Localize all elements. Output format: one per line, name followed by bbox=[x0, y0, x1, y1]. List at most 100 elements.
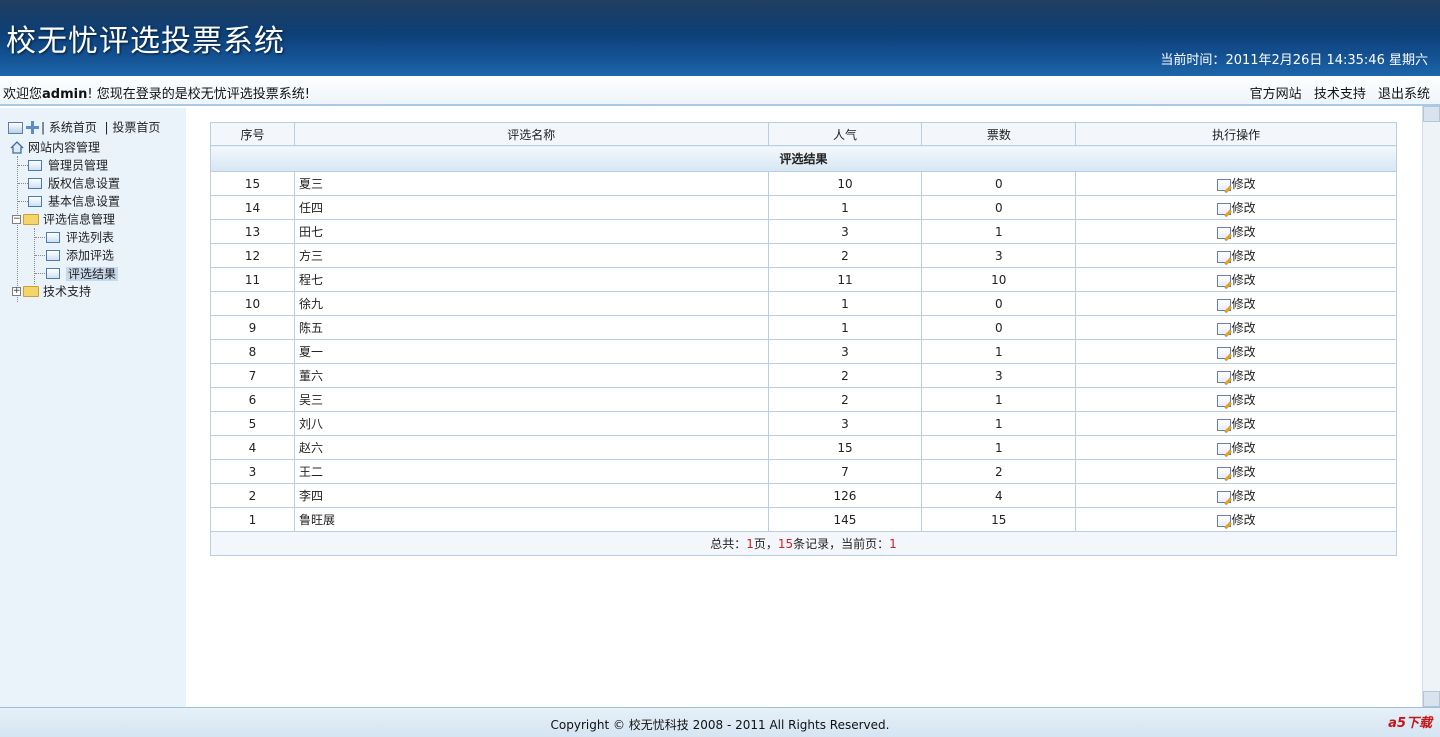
sidebar-item-admin[interactable]: 管理员管理 bbox=[28, 156, 108, 174]
app-title: 校无忧评选投票系统 bbox=[6, 24, 285, 59]
sidebar-item-basic-info[interactable]: 基本信息设置 bbox=[28, 192, 120, 210]
col-header-actions: 执行操作 bbox=[1075, 122, 1397, 146]
sidebar-item-selection-mgmt[interactable]: − 评选信息管理 bbox=[12, 210, 115, 228]
edit-button[interactable]: 修改 bbox=[1216, 417, 1256, 431]
cell-votes: 2 bbox=[921, 459, 1077, 484]
welcome-bar: 欢迎您admin! 您现在登录的是校无忧评选投票系统! 官方网站 技术支持 退出… bbox=[0, 76, 1440, 106]
edit-button[interactable]: 修改 bbox=[1216, 393, 1256, 407]
table-body: 15 夏三 10 0 修改 14 任四 1 0 修改 13 田七 3 1 修改 12 方三 2 3 修改 11 程七 11 1… bbox=[210, 171, 1397, 532]
cell-actions: 修改 bbox=[1075, 387, 1397, 412]
folder-icon bbox=[23, 286, 39, 297]
cell-popularity: 145 bbox=[767, 507, 923, 532]
main-content: 评选结果 序号 评选名称 人气 票数 执行操作 15 夏三 10 0 修改 14 任四 1 0 修… bbox=[210, 122, 1397, 556]
current-time: 当前时间：2011年2月26日 14:35:46 星期六 bbox=[1160, 49, 1428, 68]
cell-popularity: 2 bbox=[767, 243, 923, 268]
edit-icon bbox=[1216, 274, 1231, 287]
home-icon bbox=[10, 141, 24, 154]
cell-votes: 1 bbox=[921, 387, 1077, 412]
cell-id: 5 bbox=[210, 411, 295, 436]
edit-icon bbox=[1216, 466, 1231, 479]
cell-id: 6 bbox=[210, 387, 295, 412]
cell-votes: 0 bbox=[921, 195, 1077, 220]
col-header-id: 序号 bbox=[210, 122, 295, 146]
cell-votes: 3 bbox=[921, 243, 1077, 268]
cell-id: 12 bbox=[210, 243, 295, 268]
edit-button[interactable]: 修改 bbox=[1216, 513, 1256, 527]
edit-button[interactable]: 修改 bbox=[1216, 441, 1256, 455]
time-value: 2011年2月26日 14:35:46 星期六 bbox=[1225, 53, 1428, 68]
link-tech-support[interactable]: 技术支持 bbox=[1314, 87, 1366, 102]
edit-label: 修改 bbox=[1231, 177, 1256, 191]
pagination-summary: 总共：1页，15条记录，当前页：1 bbox=[210, 531, 1397, 556]
cell-name: 王二 bbox=[293, 459, 769, 484]
link-system-home[interactable]: | 系统首页 bbox=[41, 121, 97, 135]
vertical-scrollbar[interactable] bbox=[1422, 106, 1440, 707]
edit-button[interactable]: 修改 bbox=[1216, 297, 1256, 311]
cell-id: 9 bbox=[210, 315, 295, 340]
edit-label: 修改 bbox=[1231, 393, 1256, 407]
sidebar-item-selection-list[interactable]: 评选列表 bbox=[46, 228, 114, 246]
edit-button[interactable]: 修改 bbox=[1216, 321, 1256, 335]
edit-label: 修改 bbox=[1231, 225, 1256, 239]
tree-branch bbox=[35, 237, 45, 238]
edit-label: 修改 bbox=[1231, 441, 1256, 455]
page-icon bbox=[46, 232, 60, 243]
sidebar-item-tech-support[interactable]: + 技术支持 bbox=[12, 282, 91, 300]
cell-actions: 修改 bbox=[1075, 219, 1397, 244]
collapse-icon[interactable]: − bbox=[12, 215, 21, 224]
cell-votes: 15 bbox=[921, 507, 1077, 532]
edit-icon bbox=[1216, 394, 1231, 407]
cell-id: 7 bbox=[210, 363, 295, 388]
table-row: 11 程七 11 10 修改 bbox=[210, 267, 1397, 292]
edit-button[interactable]: 修改 bbox=[1216, 345, 1256, 359]
edit-label: 修改 bbox=[1231, 417, 1256, 431]
tree-root-label: 网站内容管理 bbox=[28, 140, 101, 155]
cell-popularity: 2 bbox=[767, 363, 923, 388]
expand-icon[interactable]: + bbox=[12, 287, 21, 296]
cell-name: 陈五 bbox=[293, 315, 769, 340]
sidebar-item-label: 添加评选 bbox=[66, 248, 115, 263]
table-row: 6 吴三 2 1 修改 bbox=[210, 387, 1397, 412]
link-official-site[interactable]: 官方网站 bbox=[1250, 87, 1302, 102]
pagination-pages-unit: 页， bbox=[753, 537, 778, 551]
edit-icon bbox=[1216, 514, 1231, 527]
cell-name: 夏一 bbox=[293, 339, 769, 364]
sidebar-item-add-selection[interactable]: 添加评选 bbox=[46, 246, 114, 264]
page-icon bbox=[46, 268, 60, 279]
cell-popularity: 7 bbox=[767, 459, 923, 484]
copyright-text: Copyright © 校无忧科技 2008 - 2011 All Rights… bbox=[550, 718, 890, 732]
cell-name: 程七 bbox=[293, 267, 769, 292]
sidebar-item-copyright[interactable]: 版权信息设置 bbox=[28, 174, 120, 192]
cell-votes: 1 bbox=[921, 435, 1077, 460]
link-vote-home[interactable]: | 投票首页 bbox=[105, 121, 161, 135]
cell-popularity: 1 bbox=[767, 315, 923, 340]
edit-label: 修改 bbox=[1231, 513, 1256, 527]
edit-label: 修改 bbox=[1231, 321, 1256, 335]
cell-id: 2 bbox=[210, 483, 295, 508]
cell-actions: 修改 bbox=[1075, 363, 1397, 388]
tree-root[interactable]: 网站内容管理 bbox=[10, 138, 100, 156]
cell-votes: 1 bbox=[921, 219, 1077, 244]
cell-actions: 修改 bbox=[1075, 243, 1397, 268]
cell-popularity: 126 bbox=[767, 483, 923, 508]
edit-button[interactable]: 修改 bbox=[1216, 369, 1256, 383]
table-row: 5 刘八 3 1 修改 bbox=[210, 411, 1397, 436]
scroll-up-button[interactable] bbox=[1423, 106, 1440, 122]
link-logout[interactable]: 退出系统 bbox=[1378, 87, 1430, 102]
sidebar-item-selection-results[interactable]: 评选结果 bbox=[46, 264, 119, 282]
edit-button[interactable]: 修改 bbox=[1216, 489, 1256, 503]
edit-button[interactable]: 修改 bbox=[1216, 273, 1256, 287]
edit-button[interactable]: 修改 bbox=[1216, 177, 1256, 191]
table-caption: 评选结果 bbox=[210, 145, 1397, 172]
cell-name: 董六 bbox=[293, 363, 769, 388]
welcome-suffix: ! 您现在登录的是校无忧评选投票系统! bbox=[87, 87, 310, 102]
top-links: 官方网站 技术支持 退出系统 bbox=[1242, 83, 1430, 102]
edit-button[interactable]: 修改 bbox=[1216, 201, 1256, 215]
scroll-down-button[interactable] bbox=[1423, 691, 1440, 707]
edit-button[interactable]: 修改 bbox=[1216, 249, 1256, 263]
cell-actions: 修改 bbox=[1075, 435, 1397, 460]
edit-button[interactable]: 修改 bbox=[1216, 225, 1256, 239]
pagination-records-unit: 条记录，当前页： bbox=[793, 537, 890, 551]
table-row: 2 李四 126 4 修改 bbox=[210, 483, 1397, 508]
edit-button[interactable]: 修改 bbox=[1216, 465, 1256, 479]
